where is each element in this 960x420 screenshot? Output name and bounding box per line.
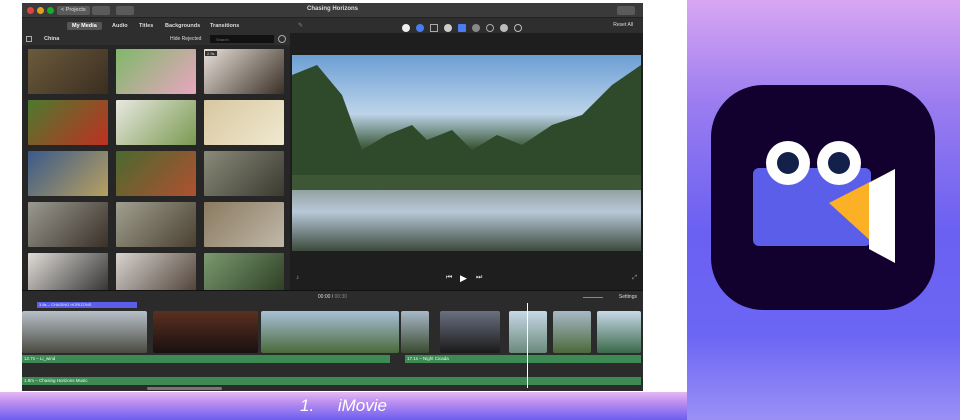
- media-thumbnail[interactable]: [204, 100, 284, 145]
- timecode-current: 00:00: [317, 294, 331, 300]
- media-thumbnail[interactable]: [28, 100, 108, 145]
- music-clip[interactable]: 1.8m – Chasing Horizons Music: [22, 377, 641, 385]
- video-preview: [292, 55, 641, 251]
- caption-text: iMovie: [337, 396, 387, 415]
- tab-audio[interactable]: Audio: [107, 22, 133, 30]
- video-clip[interactable]: [261, 311, 399, 353]
- media-thumbnail[interactable]: [116, 202, 196, 247]
- video-clip[interactable]: [597, 311, 641, 353]
- color-balance-icon[interactable]: [402, 24, 410, 32]
- media-thumbnail[interactable]: [28, 202, 108, 247]
- screenshot-frame: < Projects Chasing Horizons My Media Aud…: [0, 0, 687, 392]
- search-input[interactable]: [210, 35, 274, 43]
- viewer: ♪ ⏮ ▶ ⏭ ⤢: [290, 33, 643, 290]
- noise-reduction-icon[interactable]: [472, 24, 480, 32]
- zoom-slider[interactable]: [583, 294, 603, 298]
- timeline: 00:00 / 00:30 Settings 3.8s – CHASING HO…: [22, 290, 643, 391]
- mountain-scene: [292, 65, 641, 190]
- media-thumbnail[interactable]: [204, 151, 284, 196]
- media-browser: China Hide Rejected 2.9s: [22, 33, 290, 298]
- media-thumbnail[interactable]: [204, 202, 284, 247]
- browser-header: China Hide Rejected: [22, 33, 290, 45]
- tab-my-media[interactable]: My Media: [67, 22, 102, 30]
- volume-icon[interactable]: [458, 24, 466, 32]
- caption-number: 1.: [300, 396, 315, 415]
- media-thumbnail[interactable]: [116, 49, 196, 94]
- app-icon-panel: [687, 0, 960, 420]
- caption-banner: 1. iMovie: [0, 392, 687, 420]
- tab-transitions[interactable]: Transitions: [205, 22, 244, 30]
- media-thumbnail[interactable]: [116, 151, 196, 196]
- hide-rejected-select[interactable]: Hide Rejected: [170, 36, 201, 42]
- window-title: Chasing Horizons: [306, 6, 358, 12]
- media-thumbnail[interactable]: [28, 49, 108, 94]
- settings-button[interactable]: Settings: [619, 294, 637, 300]
- audio-clip[interactable]: 17.1s – Night Cicada: [405, 355, 641, 363]
- tab-backgrounds[interactable]: Backgrounds: [160, 22, 205, 30]
- share-button[interactable]: [617, 6, 635, 15]
- video-clip[interactable]: [553, 311, 591, 353]
- media-thumbnail[interactable]: [28, 151, 108, 196]
- skip-forward-icon[interactable]: ⏭: [476, 274, 482, 282]
- sidebar-toggle-icon[interactable]: [26, 36, 32, 42]
- duration-badge: 2.9s: [205, 51, 217, 56]
- stabilization-icon[interactable]: [444, 24, 452, 32]
- section-label: China: [44, 36, 60, 42]
- clip-filter-icon[interactable]: [500, 24, 508, 32]
- microphone-icon[interactable]: ♪: [296, 275, 299, 281]
- play-icon[interactable]: ▶: [460, 273, 467, 284]
- video-clip[interactable]: [22, 311, 147, 353]
- color-correction-icon[interactable]: [416, 24, 424, 32]
- speed-icon[interactable]: [486, 24, 494, 32]
- video-clip[interactable]: [440, 311, 500, 353]
- tab-titles[interactable]: Titles: [134, 22, 158, 30]
- info-icon[interactable]: [514, 24, 522, 32]
- media-thumbnail[interactable]: [116, 100, 196, 145]
- title-clip[interactable]: 3.8s – CHASING HORIZONS: [37, 302, 137, 308]
- reset-all-button[interactable]: Reset All: [613, 22, 633, 28]
- video-clip[interactable]: [401, 311, 429, 353]
- playhead[interactable]: [527, 303, 528, 388]
- title-bar: < Projects Chasing Horizons: [22, 3, 643, 18]
- magic-wand-icon[interactable]: ✎: [298, 22, 303, 29]
- imovie-window: < Projects Chasing Horizons My Media Aud…: [22, 3, 643, 391]
- video-clip[interactable]: [509, 311, 547, 353]
- fullscreen-icon[interactable]: ⤢: [632, 275, 637, 282]
- audio-clip[interactable]: 12.7s – Li_wind: [22, 355, 390, 363]
- crop-icon[interactable]: [430, 24, 438, 32]
- video-clip[interactable]: [153, 311, 258, 353]
- video-camera-icon: [753, 141, 895, 263]
- horizontal-scrollbar[interactable]: [147, 387, 222, 390]
- timecode-total: 00:30: [334, 294, 348, 300]
- toolbar: My Media Audio Titles Backgrounds Transi…: [22, 18, 643, 33]
- skip-back-icon[interactable]: ⏮: [446, 274, 452, 282]
- settings-icon[interactable]: [278, 35, 286, 43]
- app-icon: [711, 85, 935, 310]
